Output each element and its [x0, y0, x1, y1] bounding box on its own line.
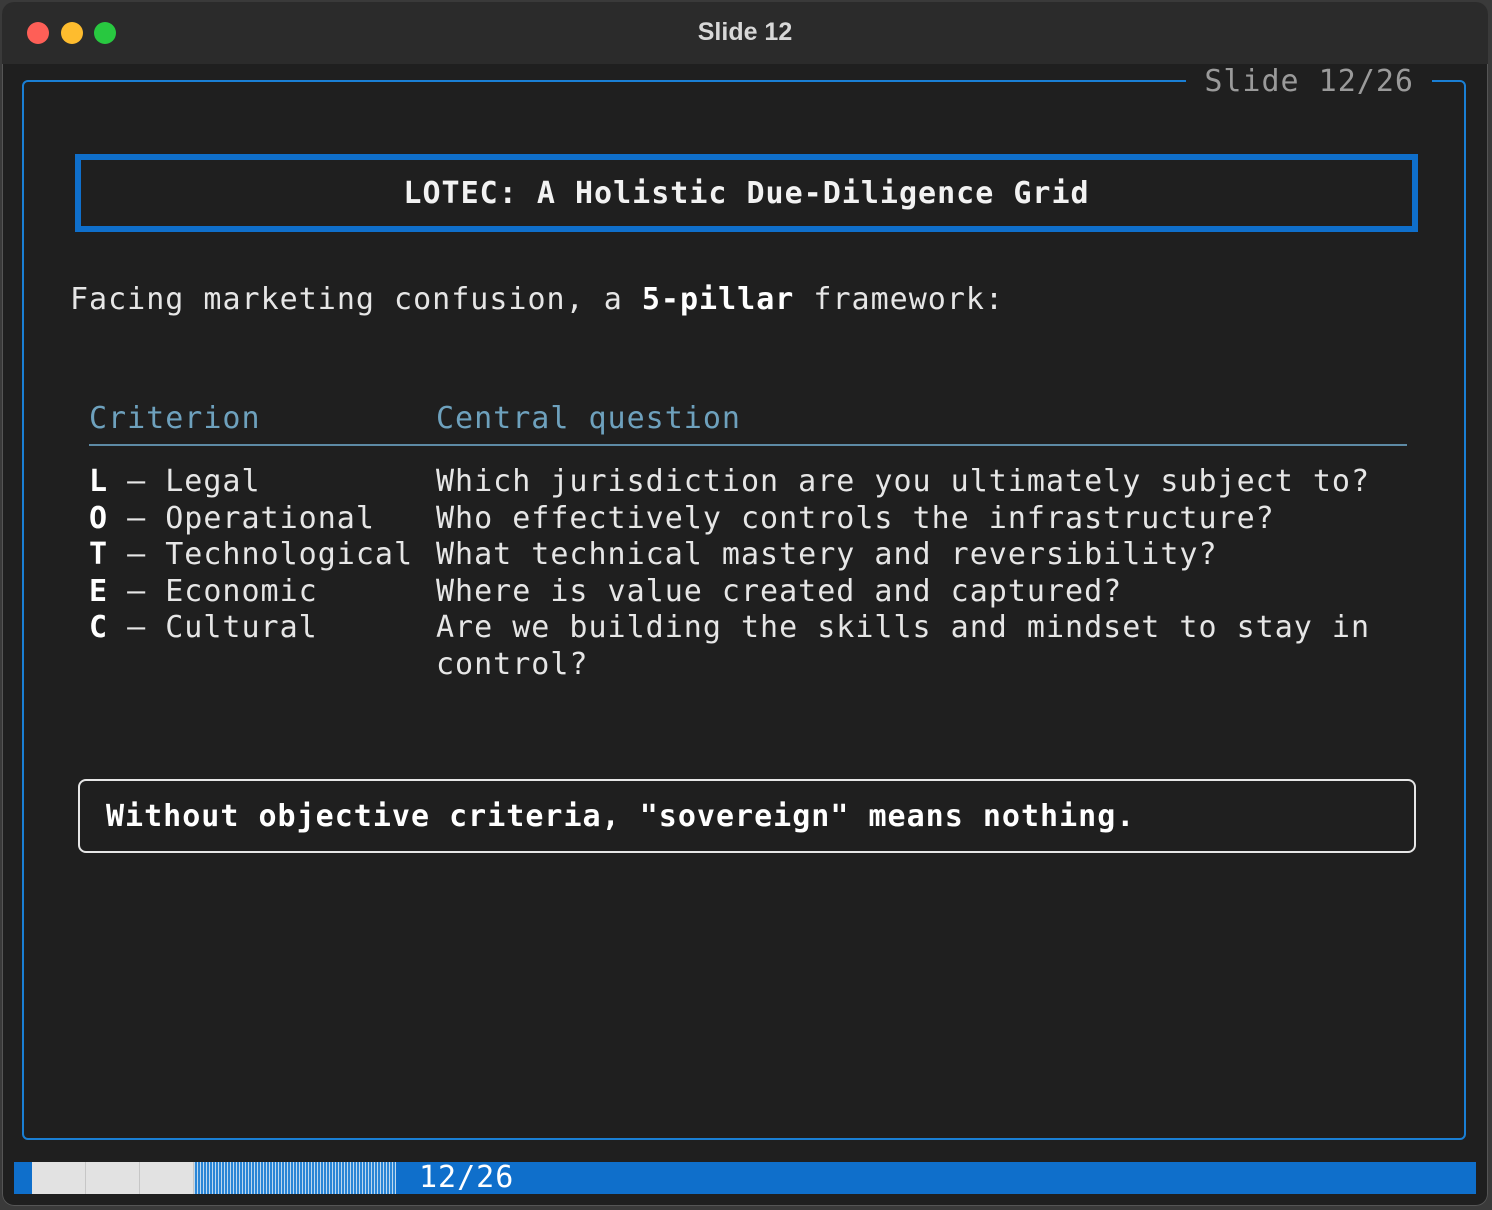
- header-divider: [89, 444, 1407, 446]
- progress-filled: [140, 1162, 194, 1194]
- table-row: O — Operational Who effectively controls…: [89, 501, 1407, 538]
- table-header: Criterion Central question: [89, 392, 1407, 444]
- criterion-cell: T — Technological: [89, 537, 436, 574]
- criterion-name: — Economic: [108, 573, 318, 609]
- title-bar: Slide 12: [2, 2, 1488, 64]
- criterion-name: — Legal: [108, 464, 261, 499]
- criterion-cell: L — Legal: [89, 464, 436, 501]
- criterion-cell: C — Cultural: [89, 610, 436, 683]
- slide-counter: Slide 12/26: [1186, 64, 1432, 99]
- table-row: T — Technological What technical mastery…: [89, 537, 1407, 574]
- progress-bar: [32, 1162, 396, 1194]
- criterion-letter: O: [89, 500, 109, 536]
- progress-filled: [32, 1162, 86, 1194]
- question-cell: Which jurisdiction are you ultimately su…: [436, 464, 1371, 499]
- table-row: L — Legal Which jurisdiction are you ult…: [89, 464, 1407, 501]
- criterion-cell: E — Economic: [89, 574, 436, 611]
- question-cell: Where is value created and captured?: [436, 573, 1123, 609]
- progress-remaining: [194, 1162, 396, 1194]
- criterion-letter: C: [89, 610, 109, 645]
- column-header-question: Central question: [436, 400, 741, 436]
- criterion-name: — Technological: [108, 537, 414, 572]
- progress-filled: [86, 1162, 140, 1194]
- table-row: E — Economic Where is value created and …: [89, 574, 1407, 611]
- slide-title: LOTEC: A Holistic Due-Diligence Grid: [75, 154, 1418, 232]
- criterion-name: — Cultural: [108, 610, 318, 645]
- question-cell: Who effectively controls the infrastruct…: [436, 500, 1275, 536]
- criteria-table: Criterion Central question L — Legal Whi…: [89, 392, 1407, 683]
- status-bar: 12/26: [14, 1162, 1476, 1194]
- column-header-criterion: Criterion: [89, 400, 261, 436]
- criterion-cell: O — Operational: [89, 501, 436, 538]
- slide-frame: Slide 12/26 LOTEC: A Holistic Due-Dilige…: [22, 64, 1466, 1140]
- intro-text-end: framework:: [794, 282, 1005, 317]
- intro-text-bold: 5-pillar: [641, 282, 795, 317]
- criterion-name: — Operational: [108, 500, 375, 536]
- criterion-letter: T: [89, 537, 109, 572]
- callout-box: Without objective criteria, "sovereign" …: [78, 779, 1416, 853]
- table-row: C — Cultural Are we building the skills …: [89, 610, 1407, 683]
- intro-text: Facing marketing confusion, a 5-pillar f…: [70, 282, 1004, 317]
- page-indicator: 12/26: [419, 1160, 515, 1195]
- window-title: Slide 12: [697, 18, 793, 46]
- criterion-letter: L: [89, 464, 109, 499]
- question-cell: Are we building the skills and mindset t…: [436, 610, 1371, 682]
- intro-text-start: Facing marketing confusion, a: [70, 282, 642, 317]
- question-cell: What technical mastery and reversibility…: [436, 537, 1218, 572]
- terminal-window: Slide 12 Slide 12/26 LOTEC: A Holistic D…: [2, 2, 1488, 1206]
- criterion-letter: E: [89, 573, 109, 609]
